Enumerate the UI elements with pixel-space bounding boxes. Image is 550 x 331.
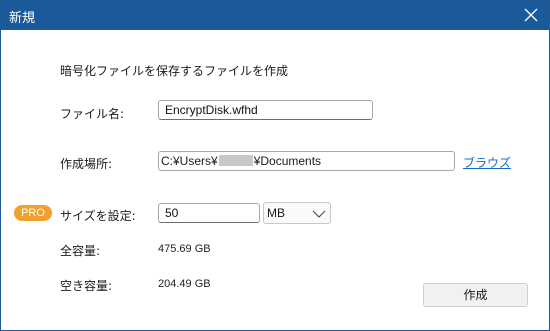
size-unit-value: MB [267, 206, 285, 220]
browse-link[interactable]: ブラウズ [463, 154, 511, 171]
free-capacity-label: 空き容量: [60, 279, 113, 293]
size-input[interactable] [158, 203, 260, 223]
path-prefix: C:¥Users¥ [161, 154, 218, 168]
file-name-input[interactable] [158, 100, 373, 120]
size-unit-select[interactable]: MB [263, 202, 331, 224]
title-bar: 新規 [1, 1, 549, 30]
total-capacity-value: 475.69 GB [158, 243, 211, 255]
size-label: サイズを設定: [60, 209, 136, 223]
new-file-dialog: 新規 暗号化ファイルを保存するファイルを作成 ファイル名: 作成場所: C:¥U… [0, 0, 550, 331]
total-capacity-label: 全容量: [60, 244, 101, 258]
location-label: 作成場所: [60, 157, 113, 171]
location-path-input[interactable]: C:¥Users¥ ¥Documents [158, 151, 455, 171]
file-name-label: ファイル名: [60, 107, 125, 121]
masked-username [218, 155, 253, 166]
close-icon [524, 8, 538, 22]
path-suffix: ¥Documents [253, 154, 322, 168]
close-button[interactable] [515, 1, 547, 30]
window-title: 新規 [9, 11, 36, 26]
dialog-heading: 暗号化ファイルを保存するファイルを作成 [60, 64, 289, 78]
chevron-down-icon [312, 210, 326, 218]
create-button[interactable]: 作成 [423, 283, 528, 307]
pro-badge: PRO [14, 205, 52, 221]
free-capacity-value: 204.49 GB [158, 278, 211, 290]
